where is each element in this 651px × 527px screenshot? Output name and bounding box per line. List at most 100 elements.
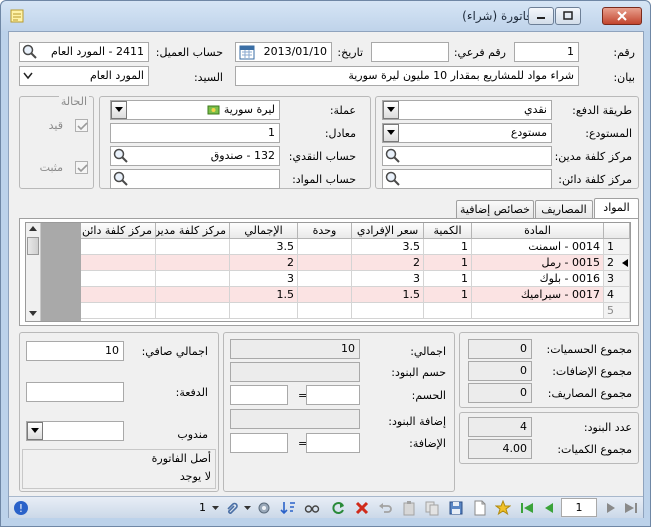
materials-account-field[interactable] <box>110 169 280 189</box>
credit-center-field[interactable] <box>382 169 552 189</box>
cell-debit-center[interactable] <box>156 271 230 287</box>
cell-total[interactable] <box>230 303 298 319</box>
search-icon[interactable] <box>385 148 400 163</box>
cell-price[interactable]: 3 <box>352 271 424 287</box>
delete-icon[interactable] <box>354 500 370 516</box>
posted-checkbox[interactable] <box>75 161 88 174</box>
new-document-icon[interactable] <box>472 500 488 516</box>
cell-item[interactable] <box>472 303 604 319</box>
cell-credit-center[interactable] <box>81 271 156 287</box>
cell-total[interactable]: 3 <box>230 271 298 287</box>
scroll-down-icon[interactable] <box>29 311 37 317</box>
next-record-icon[interactable] <box>603 500 619 516</box>
cell-unit[interactable] <box>298 287 352 303</box>
cash-account-field[interactable]: 132 - صندوق <box>110 146 280 166</box>
payment-method-dropdown-button[interactable] <box>383 101 399 119</box>
rep-select[interactable] <box>26 421 124 441</box>
payment-field[interactable] <box>26 382 124 402</box>
net-field[interactable]: 10 <box>26 341 124 361</box>
last-record-icon[interactable] <box>623 500 639 516</box>
cell-unit[interactable] <box>298 239 352 255</box>
settings-icon[interactable] <box>256 500 272 516</box>
col-header-price[interactable]: سعر الإفرادي <box>352 223 424 239</box>
table-row[interactable]: 0014 - اسمنت 1 3.5 3.5 1 <box>81 239 630 255</box>
sort-icon[interactable] <box>280 500 296 516</box>
tab-expenses[interactable]: المصاريف <box>535 200 593 218</box>
page-number-field[interactable]: 1 <box>561 498 597 517</box>
cell-credit-center[interactable] <box>81 303 156 319</box>
currency-dropdown-button[interactable] <box>111 101 127 119</box>
cell-debit-center[interactable] <box>156 239 230 255</box>
rep-dropdown-button[interactable] <box>27 422 43 440</box>
maximize-button[interactable] <box>555 7 581 25</box>
search-icon[interactable] <box>385 171 400 186</box>
cell-price[interactable]: 2 <box>352 255 424 271</box>
copy-icon[interactable] <box>424 500 440 516</box>
col-header-debit-center[interactable]: مركز كلفة مدين <box>156 223 230 239</box>
chevron-down-icon[interactable] <box>244 506 251 511</box>
payment-method-select[interactable]: نقدي <box>382 100 552 120</box>
minimize-button[interactable] <box>528 7 554 25</box>
cell-item[interactable]: 0016 - بلوك <box>472 271 604 287</box>
cell-total[interactable]: 1.5 <box>230 287 298 303</box>
search-icon[interactable] <box>22 44 37 59</box>
table-row[interactable]: 0016 - بلوك 1 3 3 3 <box>81 271 630 287</box>
col-header-unit[interactable]: وحدة <box>298 223 352 239</box>
cell-qty[interactable]: 1 <box>424 271 472 287</box>
cell-unit[interactable] <box>298 255 352 271</box>
favorite-star-icon[interactable] <box>495 500 511 516</box>
paste-icon[interactable] <box>401 500 417 516</box>
cell-qty[interactable]: 1 <box>424 239 472 255</box>
scroll-up-icon[interactable] <box>29 226 37 232</box>
chevron-down-icon[interactable] <box>23 72 33 80</box>
glasses-icon[interactable] <box>304 500 320 516</box>
calendar-icon[interactable] <box>239 44 255 60</box>
col-header-credit-center[interactable]: مركز كلفة دائن <box>81 223 156 239</box>
cell-credit-center[interactable] <box>81 255 156 271</box>
discount-percent-field[interactable] <box>306 385 360 405</box>
search-icon[interactable] <box>113 171 128 186</box>
close-button[interactable] <box>602 7 642 25</box>
first-record-icon[interactable] <box>519 500 535 516</box>
cell-total[interactable]: 3.5 <box>230 239 298 255</box>
cell-qty[interactable]: 1 <box>424 287 472 303</box>
help-icon[interactable]: ! <box>13 500 29 516</box>
number-field[interactable]: 1 <box>514 42 579 62</box>
cell-item[interactable]: 0014 - اسمنت <box>472 239 604 255</box>
cell-total[interactable]: 2 <box>230 255 298 271</box>
currency-select[interactable]: ليرة سورية <box>110 100 280 120</box>
col-header-item[interactable]: المادة <box>472 223 604 239</box>
cell-credit-center[interactable] <box>81 239 156 255</box>
statement-field[interactable]: شراء مواد للمشاريع بمقدار 10 مليون ليرة … <box>235 66 579 86</box>
cell-qty[interactable] <box>424 303 472 319</box>
cell-unit[interactable] <box>298 303 352 319</box>
rate-field[interactable]: 1 <box>110 123 280 143</box>
cell-debit-center[interactable] <box>156 255 230 271</box>
col-header-total[interactable]: الإجمالي <box>230 223 298 239</box>
search-icon[interactable] <box>113 148 128 163</box>
recorded-checkbox[interactable] <box>75 119 88 132</box>
chevron-down-icon[interactable] <box>212 506 219 511</box>
warehouse-dropdown-button[interactable] <box>383 124 399 142</box>
scroll-thumb[interactable] <box>27 237 39 255</box>
mr-select[interactable]: المورد العام <box>19 66 149 86</box>
cell-debit-center[interactable] <box>156 303 230 319</box>
warehouse-select[interactable]: مستودع <box>382 123 552 143</box>
cell-credit-center[interactable] <box>81 287 156 303</box>
debit-center-field[interactable] <box>382 146 552 166</box>
tab-materials[interactable]: المواد <box>594 198 639 218</box>
cell-unit[interactable] <box>298 271 352 287</box>
vertical-scrollbar[interactable] <box>26 223 41 321</box>
save-icon[interactable] <box>448 500 464 516</box>
table-row[interactable]: 0017 - سيراميك 1 1.5 1.5 4 <box>81 287 630 303</box>
col-header-qty[interactable]: الكمية <box>424 223 472 239</box>
refresh-icon[interactable] <box>330 500 346 516</box>
subnumber-field[interactable] <box>371 42 449 62</box>
materials-grid[interactable]: المادة الكمية سعر الإفرادي وحدة الإجمالي… <box>25 222 631 322</box>
previous-record-icon[interactable] <box>541 500 557 516</box>
cell-price[interactable]: 1.5 <box>352 287 424 303</box>
addition-amount-field[interactable] <box>230 433 288 453</box>
discount-amount-field[interactable] <box>230 385 288 405</box>
client-account-field[interactable]: 2411 - المورد العام <box>19 42 149 62</box>
cell-price[interactable]: 3.5 <box>352 239 424 255</box>
